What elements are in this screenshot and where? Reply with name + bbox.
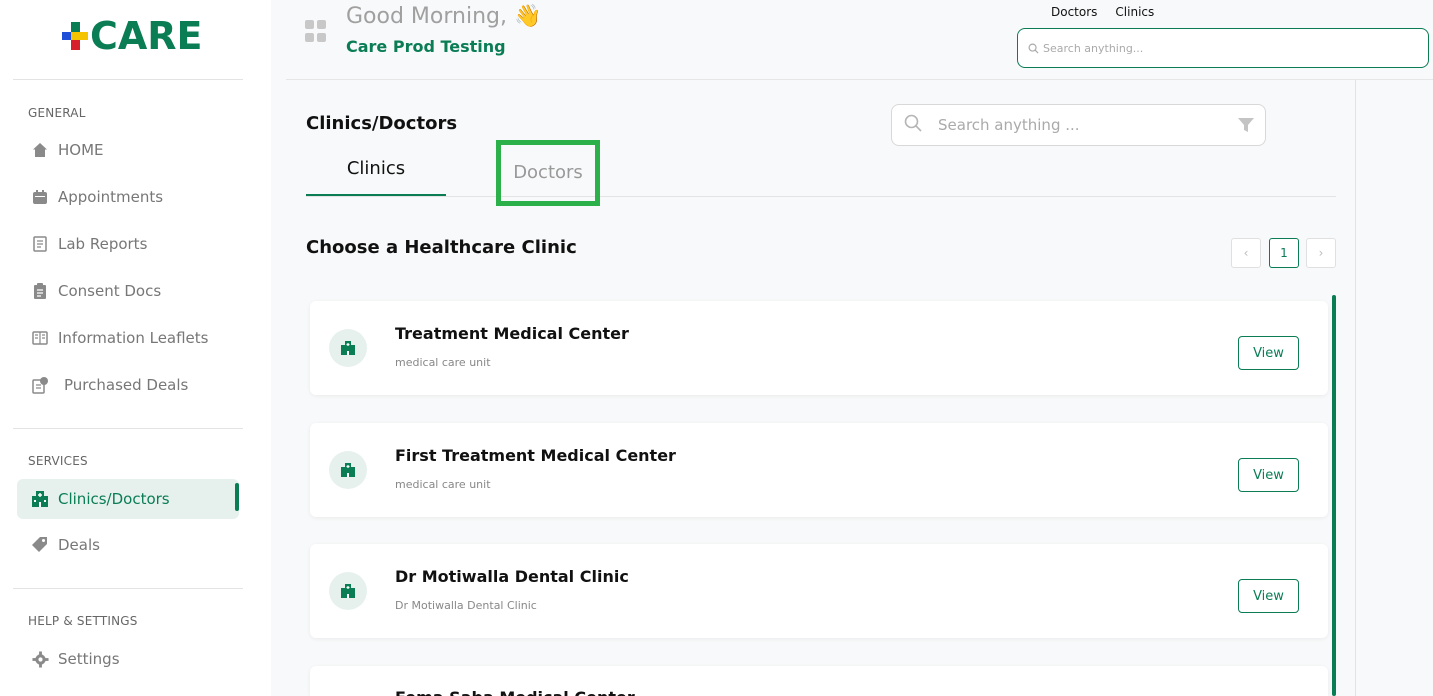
greeting-label: Good Morning,	[346, 4, 507, 29]
sidebar-section-help-settings: HELP & SETTINGS	[28, 614, 138, 628]
clinic-description: medical care unit	[395, 478, 491, 491]
clinic-card[interactable]: Fema Saba Medical Center	[310, 666, 1328, 696]
clinic-name: First Treatment Medical Center	[395, 446, 676, 465]
filter-icon[interactable]	[1237, 116, 1255, 138]
hospital-icon	[329, 451, 367, 489]
gear-icon	[31, 650, 49, 668]
hospital-icon	[31, 490, 49, 508]
sidebar-item-label: Information Leaflets	[58, 329, 209, 347]
clinic-description: Dr Motiwalla Dental Clinic	[395, 599, 537, 612]
sidebar-divider	[13, 588, 243, 589]
clinic-name: Dr Motiwalla Dental Clinic	[395, 567, 629, 586]
pagination-current-page[interactable]: 1	[1269, 238, 1299, 268]
sidebar-item-label: Deals	[58, 536, 100, 554]
search-icon	[1028, 39, 1039, 58]
pagination-prev-button[interactable]: ‹	[1231, 238, 1261, 268]
sidebar-item-label: Clinics/Doctors	[58, 490, 170, 508]
tag-icon	[31, 536, 49, 554]
sidebar-item-label: Settings	[58, 650, 120, 668]
header-links: Doctors Clinics	[1051, 5, 1154, 19]
home-icon	[31, 141, 49, 159]
section-title: Choose a Healthcare Clinic	[306, 237, 577, 258]
top-header: Good Morning, 👋 Care Prod Testing Doctor…	[286, 0, 1433, 80]
wave-emoji-icon: 👋	[513, 4, 542, 29]
sidebar-item-deals[interactable]: Deals	[17, 525, 239, 565]
sidebar-item-settings[interactable]: Settings	[17, 639, 239, 679]
hospital-icon	[329, 572, 367, 610]
apps-grid-icon[interactable]	[305, 20, 327, 42]
sidebar: CARE GENERAL HOME Appointments Lab Repor…	[0, 0, 271, 696]
clinic-card[interactable]: First Treatment Medical Center medical c…	[310, 423, 1328, 517]
view-clinic-button[interactable]: View	[1238, 458, 1299, 492]
clinic-name: Treatment Medical Center	[395, 324, 629, 343]
logo-cross-icon	[62, 22, 88, 50]
right-panel-divider	[1355, 80, 1356, 696]
clinic-card[interactable]: Treatment Medical Center medical care un…	[310, 301, 1328, 395]
greeting-text: Good Morning, 👋	[346, 4, 541, 29]
lab-report-icon	[31, 235, 49, 253]
sidebar-divider	[13, 79, 243, 80]
sidebar-item-label: Consent Docs	[58, 282, 162, 300]
hospital-icon	[329, 329, 367, 367]
view-clinic-button[interactable]: View	[1238, 336, 1299, 370]
page-title: Clinics/Doctors	[306, 113, 458, 134]
global-search-input[interactable]	[1043, 41, 1403, 55]
clipboard-icon	[31, 282, 49, 300]
header-link-clinics[interactable]: Clinics	[1115, 5, 1154, 19]
purchased-deals-icon	[31, 376, 49, 394]
list-scrollbar[interactable]	[1332, 295, 1336, 696]
sidebar-section-general: GENERAL	[28, 106, 86, 120]
global-search-box[interactable]	[1017, 28, 1429, 68]
pagination-next-button[interactable]: ›	[1306, 238, 1336, 268]
tab-clinics[interactable]: Clinics	[306, 158, 446, 196]
view-clinic-button[interactable]: View	[1238, 579, 1299, 613]
calendar-icon	[31, 188, 49, 206]
tabs-divider	[306, 196, 1336, 197]
sidebar-item-label: Purchased Deals	[64, 376, 189, 394]
sidebar-item-appointments[interactable]: Appointments	[17, 177, 239, 217]
sidebar-item-information-leaflets[interactable]: Information Leaflets	[17, 318, 239, 358]
clinic-name: Fema Saba Medical Center	[395, 688, 635, 696]
sidebar-item-lab-reports[interactable]: Lab Reports	[17, 224, 239, 264]
clinic-card[interactable]: Dr Motiwalla Dental Clinic Dr Motiwalla …	[310, 544, 1328, 638]
clinic-search-box[interactable]	[891, 104, 1266, 146]
tab-doctors[interactable]: Doctors	[496, 140, 600, 206]
sidebar-item-label: Lab Reports	[58, 235, 148, 253]
organization-name: Care Prod Testing	[346, 37, 506, 56]
logo-text: CARE	[90, 14, 203, 58]
sidebar-item-consent-docs[interactable]: Consent Docs	[17, 271, 239, 311]
sidebar-item-label: Appointments	[58, 188, 164, 206]
sidebar-item-home[interactable]: HOME	[17, 130, 239, 170]
leaflet-icon	[31, 329, 49, 347]
sidebar-item-clinics-doctors[interactable]: Clinics/Doctors	[17, 479, 239, 519]
clinic-description: medical care unit	[395, 356, 491, 369]
sidebar-item-label: HOME	[58, 141, 104, 159]
clinic-search-input[interactable]	[938, 116, 1218, 134]
active-indicator	[235, 483, 239, 511]
header-link-doctors[interactable]: Doctors	[1051, 5, 1097, 19]
sidebar-section-services: SERVICES	[28, 454, 88, 468]
sidebar-divider	[13, 428, 243, 429]
app-logo[interactable]: CARE	[62, 16, 203, 56]
sidebar-item-purchased-deals[interactable]: Purchased Deals	[17, 365, 239, 405]
search-icon	[904, 114, 922, 136]
